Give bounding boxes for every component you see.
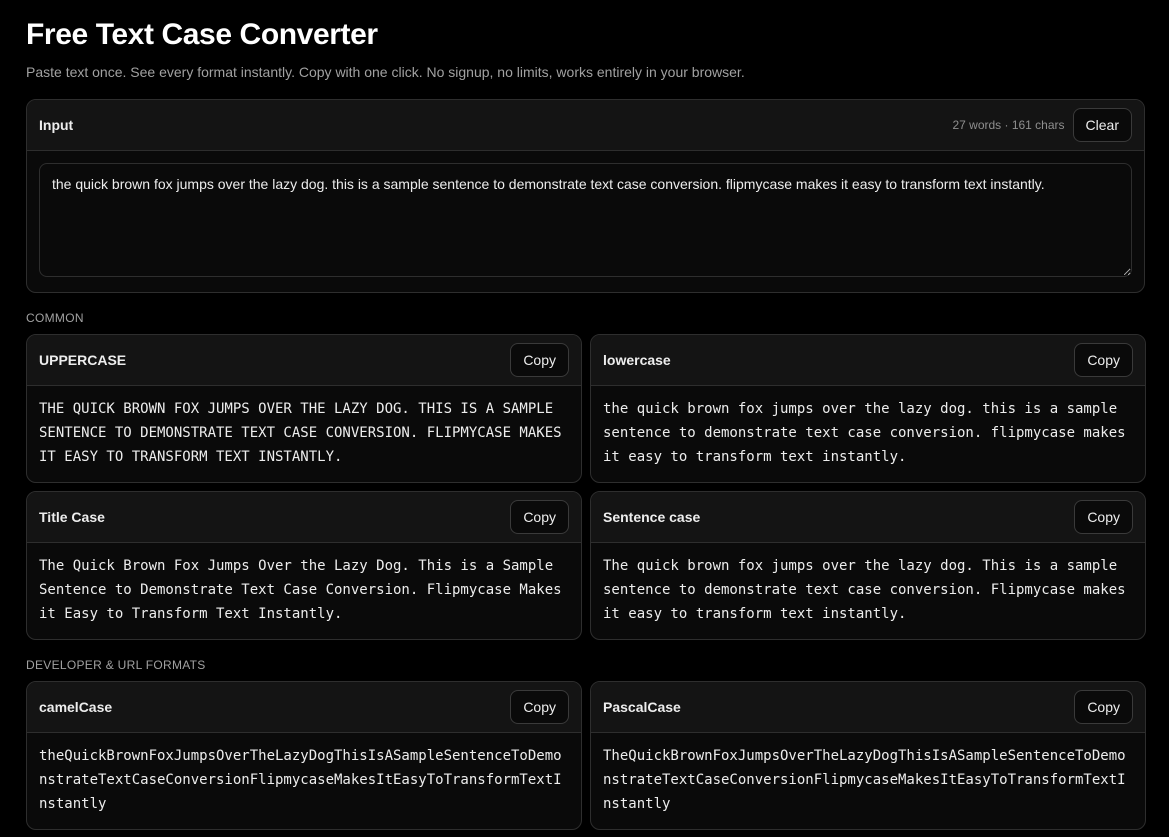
card-header: lowercase Copy: [591, 335, 1145, 386]
card-header: camelCase Copy: [27, 682, 581, 733]
input-textarea[interactable]: [39, 163, 1132, 277]
card-uppercase: UPPERCASE Copy THE QUICK BROWN FOX JUMPS…: [26, 334, 582, 483]
input-body: [27, 151, 1144, 289]
card-output: the quick brown fox jumps over the lazy …: [603, 401, 1126, 465]
page-subtitle: Paste text once. See every format instan…: [26, 64, 745, 80]
copy-title-case-button[interactable]: Copy: [510, 500, 569, 534]
copy-pascal-case-button[interactable]: Copy: [1074, 690, 1133, 724]
card-header: PascalCase Copy: [591, 682, 1145, 733]
clear-button[interactable]: Clear: [1072, 108, 1132, 142]
section-label-common: COMMON: [26, 311, 84, 325]
card-title: lowercase: [603, 352, 671, 368]
card-sentence-case: Sentence case Copy The quick brown fox j…: [590, 491, 1146, 640]
card-title: camelCase: [39, 699, 113, 715]
card-pascal-case: PascalCase Copy TheQuickBrownFoxJumpsOve…: [590, 681, 1146, 830]
card-title: UPPERCASE: [39, 352, 127, 368]
card-output: theQuickBrownFoxJumpsOverTheLazyDogThisI…: [39, 748, 562, 812]
input-header-actions: 27 words · 161 chars Clear: [952, 108, 1132, 142]
page: Free Text Case Converter Paste text once…: [0, 0, 1169, 837]
section-label-developer: DEVELOPER & URL FORMATS: [26, 658, 206, 672]
input-stats: 27 words · 161 chars: [952, 118, 1065, 132]
copy-camel-case-button[interactable]: Copy: [510, 690, 569, 724]
copy-uppercase-button[interactable]: Copy: [510, 343, 569, 377]
card-output: The Quick Brown Fox Jumps Over the Lazy …: [39, 558, 562, 622]
card-output: THE QUICK BROWN FOX JUMPS OVER THE LAZY …: [39, 401, 562, 465]
page-title: Free Text Case Converter: [26, 18, 378, 51]
copy-sentence-case-button[interactable]: Copy: [1074, 500, 1133, 534]
input-label: Input: [39, 117, 74, 133]
card-header: Sentence case Copy: [591, 492, 1145, 543]
card-title-case: Title Case Copy The Quick Brown Fox Jump…: [26, 491, 582, 640]
card-title: PascalCase: [603, 699, 681, 715]
input-panel: Input 27 words · 161 chars Clear: [26, 99, 1145, 293]
card-header: Title Case Copy: [27, 492, 581, 543]
card-header: UPPERCASE Copy: [27, 335, 581, 386]
input-panel-header: Input 27 words · 161 chars Clear: [27, 100, 1144, 151]
card-output: The quick brown fox jumps over the lazy …: [603, 558, 1126, 622]
card-title: Sentence case: [603, 509, 701, 525]
developer-grid: camelCase Copy theQuickBrownFoxJumpsOver…: [26, 681, 1146, 830]
copy-lowercase-button[interactable]: Copy: [1074, 343, 1133, 377]
common-grid: UPPERCASE Copy THE QUICK BROWN FOX JUMPS…: [26, 334, 1146, 640]
card-output: TheQuickBrownFoxJumpsOverTheLazyDogThisI…: [603, 748, 1126, 812]
card-camel-case: camelCase Copy theQuickBrownFoxJumpsOver…: [26, 681, 582, 830]
card-title: Title Case: [39, 509, 105, 525]
card-lowercase: lowercase Copy the quick brown fox jumps…: [590, 334, 1146, 483]
